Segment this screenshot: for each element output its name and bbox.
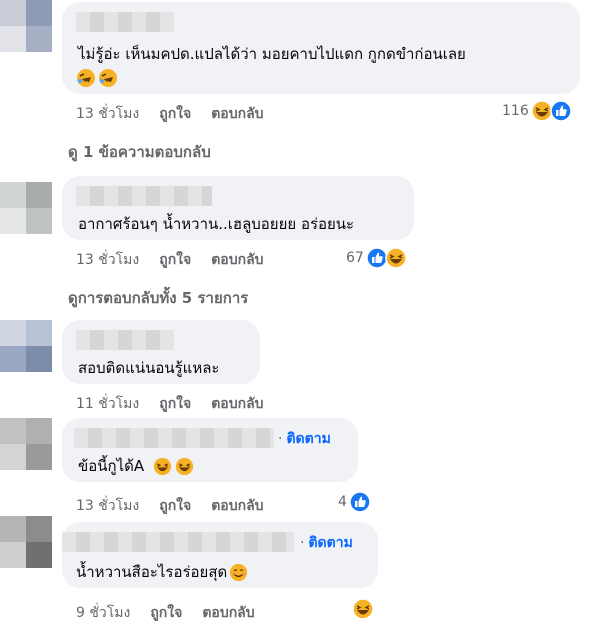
comment-actions: 13 ชั่วโมง ถูกใจ ตอบกลับ xyxy=(76,495,264,517)
like-icon xyxy=(349,491,371,513)
reply-button[interactable]: ตอบกลับ xyxy=(211,393,263,415)
comment-text: ไม่รู้อ่ะ เห็นมคปด.แปลได้ว่า มอยคาบไปแดก… xyxy=(78,45,466,63)
avatar[interactable] xyxy=(0,182,52,234)
comment-emojis xyxy=(76,68,118,88)
haha-icon xyxy=(176,457,194,475)
reaction-summary[interactable]: 67 xyxy=(346,247,407,269)
comment-bubble: · ติดตาม ข้อนี้กูได้A xyxy=(62,418,358,482)
comment-time[interactable]: 9 ชั่วโมง xyxy=(76,602,130,624)
view-replies-link[interactable]: ดู 1 ข้อความตอบกลับ xyxy=(68,140,211,164)
comment-bubble: ไม่รู้อ่ะ เห็นมคปด.แปลได้ว่า มอยคาบไปแดก… xyxy=(62,2,580,94)
comment-text: ข้อนี้กูได้A xyxy=(78,454,194,478)
comment-bubble: · ติดตาม น้ำหวานสือะไรอร่อยสุด xyxy=(62,522,378,588)
rolling-laugh-icon xyxy=(99,69,117,87)
reaction-count: 4 xyxy=(338,494,347,510)
reply-button[interactable]: ตอบกลับ xyxy=(202,602,254,624)
reply-button[interactable]: ตอบกลับ xyxy=(211,495,263,517)
rolling-laugh-icon xyxy=(77,69,95,87)
like-button[interactable]: ถูกใจ xyxy=(150,602,182,624)
reaction-count: 116 xyxy=(502,103,529,119)
commenter-name-blurred[interactable] xyxy=(62,532,294,552)
reply-button[interactable]: ตอบกลับ xyxy=(211,249,263,271)
follow-link[interactable]: · ติดตาม xyxy=(300,532,353,554)
comment-bubble: สอบติดแน่นอนรู้แหละ xyxy=(62,320,260,384)
comment-time[interactable]: 13 ชั่วโมง xyxy=(76,495,139,517)
comment-text: อากาศร้อนๆ น้ำหวาน..เฮลูบอยยย อร่อยนะ xyxy=(78,215,355,233)
avatar[interactable] xyxy=(0,418,52,470)
follow-link[interactable]: · ติดตาม xyxy=(278,428,331,450)
like-icon xyxy=(549,100,572,122)
comment-text: น้ำหวานสือะไรอร่อยสุด xyxy=(76,560,248,584)
commenter-name-blurred[interactable] xyxy=(76,186,212,206)
commenter-name-blurred[interactable] xyxy=(76,12,174,32)
comment-bubble: อากาศร้อนๆ น้ำหวาน..เฮลูบอยยย อร่อยนะ xyxy=(62,176,414,240)
follow-label: ติดตาม xyxy=(308,535,353,551)
commenter-name-blurred[interactable] xyxy=(74,428,274,448)
comment-actions: 9 ชั่วโมง ถูกใจ ตอบกลับ xyxy=(76,602,255,624)
view-replies-link[interactable]: ดูการตอบกลับทั้ง 5 รายการ xyxy=(68,286,248,310)
comment-actions: 13 ชั่วโมง ถูกใจ ตอบกลับ xyxy=(76,103,264,125)
reaction-count: 67 xyxy=(346,250,364,266)
avatar[interactable] xyxy=(0,0,52,52)
comment-time[interactable]: 11 ชั่วโมง xyxy=(76,393,139,415)
comment-text-content: ข้อนี้กูได้A xyxy=(78,457,145,475)
haha-icon xyxy=(154,457,172,475)
avatar[interactable] xyxy=(0,516,52,568)
comment-actions: 11 ชั่วโมง ถูกใจ ตอบกลับ xyxy=(76,393,264,415)
like-button[interactable]: ถูกใจ xyxy=(159,249,191,271)
commenter-name-blurred[interactable] xyxy=(76,330,174,350)
comment-text: สอบติดแน่นอนรู้แหละ xyxy=(78,359,220,377)
like-button[interactable]: ถูกใจ xyxy=(159,103,191,125)
like-button[interactable]: ถูกใจ xyxy=(159,495,191,517)
reaction-summary[interactable]: 116 xyxy=(502,100,572,122)
follow-label: ติดตาม xyxy=(286,431,331,447)
haha-icon xyxy=(385,247,407,269)
reply-button[interactable]: ตอบกลับ xyxy=(211,103,263,125)
reaction-summary[interactable]: 4 xyxy=(338,491,371,513)
smile-icon xyxy=(230,563,248,581)
reaction-summary[interactable] xyxy=(352,598,374,620)
haha-icon xyxy=(352,598,374,620)
comment-time[interactable]: 13 ชั่วโมง xyxy=(76,249,139,271)
comment-time[interactable]: 13 ชั่วโมง xyxy=(76,103,139,125)
avatar[interactable] xyxy=(0,320,52,372)
comment-text-content: น้ำหวานสือะไรอร่อยสุด xyxy=(76,563,228,581)
like-button[interactable]: ถูกใจ xyxy=(159,393,191,415)
comment-actions: 13 ชั่วโมง ถูกใจ ตอบกลับ xyxy=(76,249,264,271)
